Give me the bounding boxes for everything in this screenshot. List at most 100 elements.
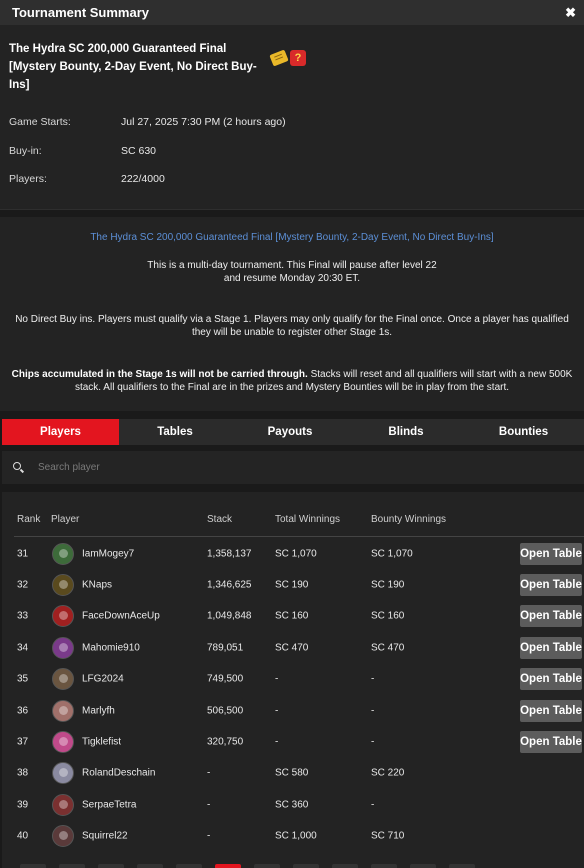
row-player-name[interactable]: RolandDeschain <box>82 768 155 779</box>
mystery-bounty-icon: ? <box>290 50 306 66</box>
tournament-badges: ? <box>269 49 306 67</box>
row-player-name[interactable]: Marlyfh <box>82 705 115 716</box>
game-starts-label: Game Starts: <box>9 116 71 129</box>
pagination <box>0 864 584 868</box>
row-player-name[interactable]: KNaps <box>82 580 112 591</box>
page-button[interactable] <box>449 864 475 868</box>
window-title: Tournament Summary <box>12 5 150 20</box>
description-paragraph-1: This is a multi-day tournament. This Fin… <box>0 260 584 285</box>
search-input[interactable] <box>38 462 438 473</box>
table-row: 35 LFG2024 749,500 - - Open Table <box>2 664 584 695</box>
row-bounty-winnings: SC 710 <box>371 830 405 842</box>
row-bounty-winnings: SC 190 <box>371 579 405 591</box>
page-button[interactable] <box>215 864 241 868</box>
game-starts-value: Jul 27, 2025 7:30 PM (2 hours ago) <box>121 116 286 129</box>
table-row: 33 FaceDownAceUp 1,049,848 SC 160 SC 160 Open… <box>2 601 584 632</box>
tab-tables[interactable]: Tables <box>119 419 231 445</box>
row-rank: 39 <box>17 799 29 811</box>
close-icon[interactable]: ✖ <box>565 6 576 19</box>
row-bounty-winnings: - <box>371 705 375 717</box>
player-avatar <box>52 699 74 722</box>
page-button[interactable] <box>20 864 46 868</box>
row-total-winnings: SC 580 <box>275 767 309 779</box>
open-table-button[interactable]: Open Table <box>520 636 582 659</box>
page-button[interactable] <box>254 864 280 868</box>
open-table-button[interactable]: Open Table <box>520 668 582 691</box>
row-rank: 40 <box>17 830 29 842</box>
player-avatar <box>52 731 74 754</box>
open-table-button[interactable]: Open Table <box>520 574 582 597</box>
row-rank: 33 <box>17 610 29 622</box>
row-total-winnings: SC 470 <box>275 642 309 654</box>
page-button[interactable] <box>410 864 436 868</box>
row-player-name[interactable]: Mahomie910 <box>82 642 140 653</box>
row-player-name[interactable]: Squirrel22 <box>82 831 128 842</box>
row-rank: 35 <box>17 673 29 685</box>
row-total-winnings: SC 1,000 <box>275 830 317 842</box>
open-table-button[interactable]: Open Table <box>520 542 582 565</box>
row-stack: - <box>207 767 211 779</box>
row-player-name[interactable]: LFG2024 <box>82 674 124 685</box>
row-rank: 34 <box>17 642 29 654</box>
page-button[interactable] <box>371 864 397 868</box>
row-rank: 31 <box>17 548 29 560</box>
row-total-winnings: - <box>275 705 279 717</box>
tab-payouts[interactable]: Payouts <box>231 419 349 445</box>
row-total-winnings: SC 360 <box>275 799 309 811</box>
row-player-name[interactable]: IamMogey7 <box>82 548 134 559</box>
description-p1-line1: This is a multi-day tournament. This Fin… <box>147 260 437 271</box>
header-total-winnings: Total Winnings <box>275 514 341 525</box>
search-icon <box>12 461 26 475</box>
player-avatar <box>52 825 74 848</box>
player-avatar <box>52 574 74 597</box>
page-button[interactable] <box>98 864 124 868</box>
row-stack: - <box>207 799 211 811</box>
row-bounty-winnings: SC 470 <box>371 642 405 654</box>
player-avatar <box>52 668 74 691</box>
description-paragraph-2: No Direct Buy ins. Players must qualify … <box>15 314 569 338</box>
page-button[interactable] <box>293 864 319 868</box>
player-avatar <box>52 605 74 628</box>
page-button[interactable] <box>332 864 358 868</box>
tournament-link[interactable]: The Hydra SC 200,000 Guaranteed Final [M… <box>0 232 584 245</box>
buyin-label: Buy-in: <box>9 144 42 157</box>
tab-bounties[interactable]: Bounties <box>463 419 584 445</box>
header-bounty-winnings: Bounty Winnings <box>371 514 447 525</box>
open-table-button[interactable]: Open Table <box>520 699 582 722</box>
tab-blinds[interactable]: Blinds <box>349 419 463 445</box>
row-player-name[interactable]: FaceDownAceUp <box>82 611 160 622</box>
row-total-winnings: SC 1,070 <box>275 548 317 560</box>
row-player-name[interactable]: Tigklefist <box>82 737 121 748</box>
description-p3-bold: Chips accumulated in the Stage 1s will n… <box>11 369 308 380</box>
row-stack: 789,051 <box>207 642 244 654</box>
header-player: Player <box>51 514 80 525</box>
players-table: Rank Player Stack Total Winnings Bounty … <box>2 492 584 868</box>
tournament-info: Game Starts: Jul 27, 2025 7:30 PM (2 hou… <box>9 108 575 194</box>
table-row: 39 SerpaeTetra - SC 360 - <box>2 789 584 820</box>
row-total-winnings: - <box>275 736 279 748</box>
row-player-name[interactable]: SerpaeTetra <box>82 799 136 810</box>
title-bar: Tournament Summary ✖ <box>0 0 584 25</box>
description-p1-line2: and resume Monday 20:30 ET. <box>223 272 361 284</box>
table-row: 36 Marlyfh 506,500 - - Open Table <box>2 695 584 726</box>
open-table-button[interactable]: Open Table <box>520 731 582 754</box>
row-stack: 506,500 <box>207 705 244 717</box>
buyin-value: SC 630 <box>121 144 157 157</box>
row-stack: - <box>207 830 211 842</box>
tab-players[interactable]: Players <box>2 419 119 445</box>
description-paragraph-3: Chips accumulated in the Stage 1s will n… <box>8 369 576 394</box>
page-button[interactable] <box>59 864 85 868</box>
row-total-winnings: - <box>275 673 279 685</box>
header-rank: Rank <box>17 514 41 525</box>
page-button[interactable] <box>137 864 163 868</box>
players-value: 222/4000 <box>121 173 165 186</box>
players-label: Players: <box>9 173 47 186</box>
player-avatar <box>52 636 74 659</box>
open-table-button[interactable]: Open Table <box>520 605 582 628</box>
player-avatar <box>52 793 74 816</box>
row-total-winnings: SC 190 <box>275 579 309 591</box>
row-bounty-winnings: - <box>371 736 375 748</box>
header-divider <box>14 536 584 537</box>
page-button[interactable] <box>176 864 202 868</box>
ticket-icon <box>269 49 289 67</box>
